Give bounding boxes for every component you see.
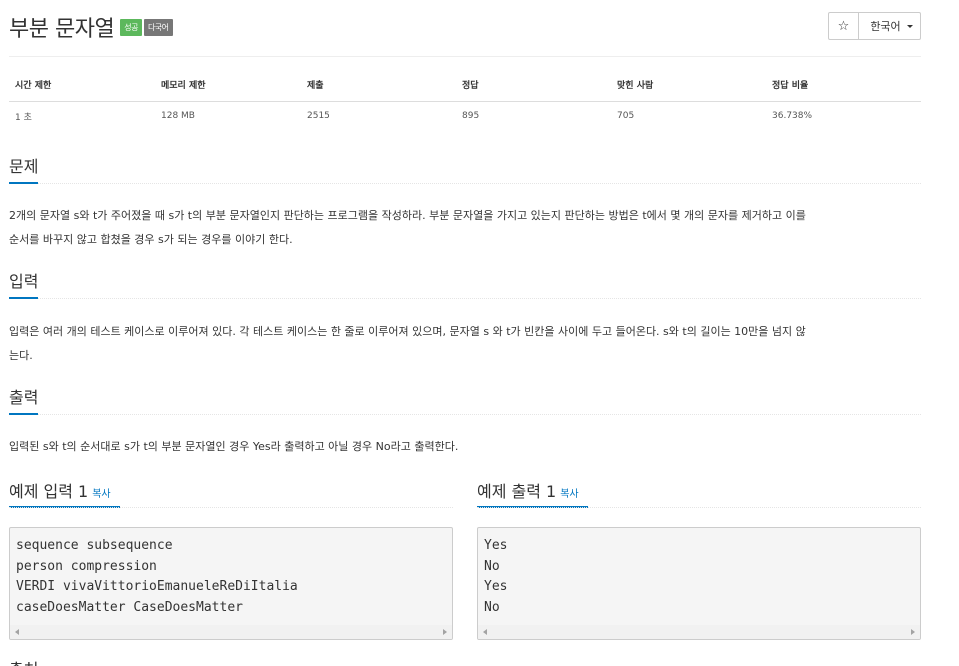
output-body: 입력된 s와 t의 순서대로 s가 t의 부분 문자열인 경우 Yes라 출력하…	[9, 435, 921, 459]
multilang-badge: 다국어	[143, 18, 173, 36]
sample-output-title: 예제 출력 1	[477, 482, 557, 501]
sample-output-scrollbar[interactable]	[478, 625, 920, 639]
sample-input-title: 예제 입력 1	[9, 482, 89, 501]
input-body: 입력은 여러 개의 테스트 케이스로 이루어져 있다. 각 테스트 케이스는 한…	[9, 320, 921, 368]
info-value-row: 1 초 128 MB 2515 895 705 36.738%	[9, 101, 921, 131]
description-title: 문제	[9, 157, 39, 184]
info-value-memory-limit: 128 MB	[161, 111, 195, 122]
scroll-right-icon[interactable]	[911, 629, 915, 635]
scroll-left-icon[interactable]	[15, 629, 19, 635]
description-line: 2개의 문자열 s와 t가 주어졌을 때 s가 t의 부분 문자열인지 판단하는…	[9, 209, 806, 222]
sample-input-line: VERDI vivaVittorioEmanueleReDiItalia	[16, 579, 298, 594]
input-line: 입력은 여러 개의 테스트 케이스로 이루어져 있다. 각 테스트 케이스는 한…	[9, 325, 806, 338]
info-header-ratio: 정답 비율	[766, 68, 921, 102]
info-header-row: 시간 제한 메모리 제한 제출 정답 맞힌 사람 정답 비율	[9, 68, 921, 102]
next-section-title: 출처	[9, 656, 38, 666]
problem-header: 부분 문자열 성공 다국어 ☆ 한국어	[9, 0, 921, 57]
problem-info-table: 시간 제한 메모리 제한 제출 정답 맞힌 사람 정답 비율 1 초 128 M…	[9, 68, 921, 131]
output-heading: 출력	[9, 385, 921, 415]
sample-output-line: No	[484, 599, 500, 615]
sample-input-copy-link[interactable]: 복사	[92, 489, 110, 500]
sample-output-line: No	[484, 558, 500, 574]
sample-input-scrollbar[interactable]	[10, 625, 452, 639]
sample-input-heading: 예제 입력 1 복사	[9, 478, 453, 508]
info-header-submissions: 제출	[301, 68, 456, 102]
title-row: 부분 문자열 성공 다국어	[9, 11, 173, 43]
sample-input-line: person compression	[16, 558, 157, 574]
input-heading: 입력	[9, 269, 921, 299]
problem-page: 부분 문자열 성공 다국어 ☆ 한국어 시간 제한 메모리 제한 제출 정답 맞…	[9, 0, 921, 666]
language-label: 한국어	[870, 20, 901, 33]
sample-output-line: Yes	[484, 579, 508, 594]
sample-output-copy-link[interactable]: 복사	[560, 489, 578, 500]
sample-output-heading: 예제 출력 1 복사	[477, 478, 921, 508]
output-line: 입력된 s와 t의 순서대로 s가 t의 부분 문자열인 경우 Yes라 출력하…	[9, 440, 459, 453]
page-title: 부분 문자열	[9, 17, 115, 42]
input-line: 는다.	[9, 349, 33, 362]
info-header-accepted: 정답	[456, 68, 611, 102]
description-body: 2개의 문자열 s와 t가 주어졌을 때 s가 t의 부분 문자열인지 판단하는…	[9, 204, 921, 252]
info-value-submissions: 2515	[307, 111, 330, 122]
header-buttons: ☆ 한국어	[828, 12, 921, 40]
description-heading: 문제	[9, 154, 921, 184]
info-value-accepted: 895	[462, 111, 480, 122]
info-header-time-limit: 시간 제한	[9, 68, 155, 102]
sample-input-rule	[9, 507, 453, 508]
info-value-solved-users: 705	[617, 111, 635, 122]
sample-output-box: Yes No Yes No	[477, 527, 921, 640]
star-button[interactable]: ☆	[828, 12, 859, 40]
language-dropdown-button[interactable]: 한국어	[859, 12, 921, 40]
star-icon: ☆	[837, 18, 850, 34]
caret-down-icon	[906, 24, 913, 28]
description-line: 순서를 바꾸지 않고 합쳤을 경우 s가 되는 경우를 이야기 한다.	[9, 233, 293, 246]
scroll-right-icon[interactable]	[443, 629, 447, 635]
scroll-left-icon[interactable]	[483, 629, 487, 635]
info-header-memory-limit: 메모리 제한	[155, 68, 301, 102]
sample-input-line: sequence subsequence	[16, 538, 173, 553]
sample-output-line: Yes	[484, 538, 508, 553]
input-title: 입력	[9, 272, 39, 299]
sample-output-rule	[477, 507, 921, 508]
success-badge: 성공	[120, 18, 142, 36]
sample-input-box: sequence subsequence person compression …	[9, 527, 453, 640]
info-header-solved-users: 맞힌 사람	[611, 68, 766, 102]
info-value-ratio: 36.738%	[772, 111, 813, 122]
sample-input-line: caseDoesMatter CaseDoesMatter	[16, 599, 243, 615]
info-value-time-limit: 1 초	[15, 112, 32, 123]
output-title: 출력	[9, 388, 39, 415]
